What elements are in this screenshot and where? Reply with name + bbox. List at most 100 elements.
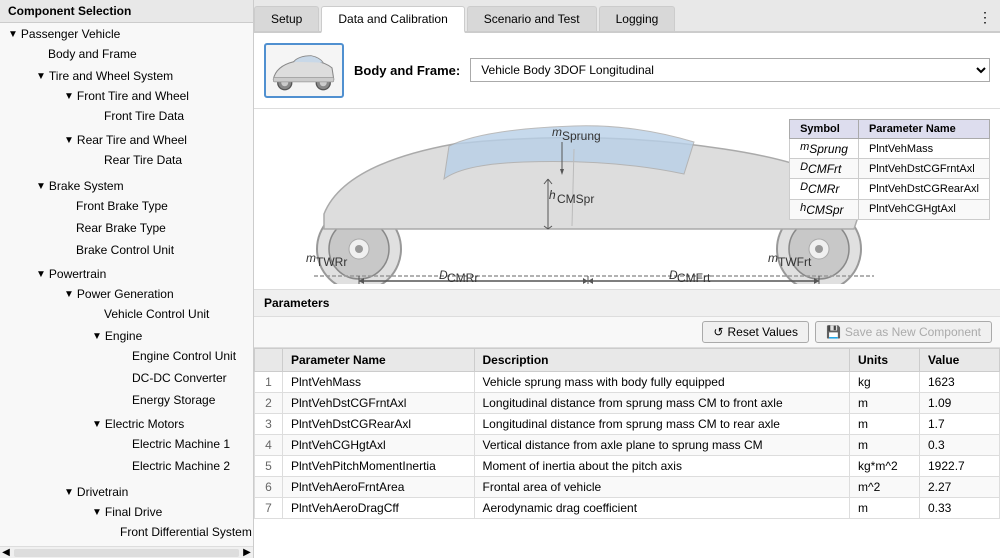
scroll-right-arrow[interactable]: ▶ bbox=[241, 547, 253, 558]
units-cell: m bbox=[850, 393, 920, 414]
tree-item-label[interactable]: Engine Control Unit bbox=[56, 347, 253, 365]
tree-item-label[interactable]: ▼ Drivetrain bbox=[28, 483, 253, 501]
tree-item[interactable]: ▼ Rear Tire and Wheel Rear Tire Data bbox=[28, 129, 253, 173]
value-cell[interactable]: 0.3 bbox=[920, 435, 1000, 456]
tree-item[interactable]: ▼ Passenger Vehicle Body and Frame ▼ Tir… bbox=[0, 23, 253, 546]
value-cell[interactable]: 1.7 bbox=[920, 414, 1000, 435]
tree-item[interactable]: Vehicle Control Unit bbox=[42, 303, 253, 325]
tree-arrow: ▼ bbox=[92, 331, 102, 342]
description-cell: Moment of inertia about the pitch axis bbox=[474, 456, 850, 477]
value-cell[interactable]: 2.27 bbox=[920, 477, 1000, 498]
reset-values-button[interactable]: ↺ Reset Values bbox=[702, 321, 809, 343]
tree-children: Engine Control Unit DC-DC Converter Ener… bbox=[42, 345, 253, 411]
tree-item-label[interactable]: ▼ Electric Motors bbox=[42, 415, 253, 433]
param-col-header: Parameter Name bbox=[858, 120, 989, 139]
tree-item[interactable]: ▼ Brake System Front Brake Type Rear Bra… bbox=[14, 175, 253, 263]
svg-text:CMSpr: CMSpr bbox=[557, 192, 594, 206]
sidebar-scrollbar[interactable]: ◀ ▶ bbox=[0, 546, 253, 558]
tree-item-label[interactable]: ▼ Powertrain bbox=[14, 265, 253, 283]
units-cell: m bbox=[850, 498, 920, 519]
tab-scenario-test[interactable]: Scenario and Test bbox=[467, 6, 597, 31]
tree-item-label[interactable]: ▼ Final Drive bbox=[42, 503, 253, 521]
tab-data-calibration[interactable]: Data and Calibration bbox=[321, 6, 464, 33]
tree-item-label[interactable]: Rear Tire Data bbox=[42, 151, 253, 169]
scroll-left-arrow[interactable]: ◀ bbox=[0, 547, 12, 558]
tree-item[interactable]: Body and Frame bbox=[14, 43, 253, 65]
tree-item[interactable]: ▼ Drivetrain ▼ Final Drive Front Differe… bbox=[28, 481, 253, 546]
tree-arrow: ▼ bbox=[64, 487, 74, 498]
tree-item-label[interactable]: ▼ Passenger Vehicle bbox=[0, 25, 253, 43]
tree-item-label[interactable]: Front Tire Data bbox=[42, 107, 253, 125]
tree-item[interactable]: ▼ Power Generation Vehicle Control Unit … bbox=[28, 283, 253, 481]
tree-item[interactable]: Rear Tire Data bbox=[42, 149, 253, 171]
params-table-container[interactable]: Parameter Name Description Units Value 1… bbox=[254, 348, 1000, 558]
tree-item[interactable]: Front Tire Data bbox=[42, 105, 253, 127]
tree-item-label[interactable]: ▼ Rear Tire and Wheel bbox=[28, 131, 253, 149]
tree-item-label[interactable]: Electric Machine 1 bbox=[56, 435, 253, 453]
tree-item-label[interactable]: Rear Brake Type bbox=[28, 219, 253, 237]
tree-item-text: DC-DC Converter bbox=[132, 371, 227, 385]
tab-setup[interactable]: Setup bbox=[254, 6, 319, 31]
tree-item-text: Tire and Wheel System bbox=[49, 69, 173, 83]
save-component-button[interactable]: 💾 Save as New Component bbox=[815, 321, 992, 343]
tree-item[interactable]: ▼ Final Drive Front Differential System … bbox=[42, 501, 253, 546]
tree-item-text: Brake Control Unit bbox=[76, 243, 174, 257]
tree-item-label[interactable]: ▼ Brake System bbox=[14, 177, 253, 195]
tree-item-label[interactable]: Front Differential System bbox=[56, 523, 253, 541]
tree-item-label[interactable]: Vehicle Control Unit bbox=[42, 305, 253, 323]
tree-item[interactable]: Front Brake Type bbox=[28, 195, 253, 217]
diagram-area: m TWRr m TWFrt m Sprung h CMSpr bbox=[254, 109, 1000, 289]
tab-logging[interactable]: Logging bbox=[599, 6, 676, 31]
tree-item[interactable]: DC-DC Converter bbox=[56, 367, 253, 389]
tree-item-label[interactable]: DC-DC Converter bbox=[56, 369, 253, 387]
value-cell[interactable]: 1922.7 bbox=[920, 456, 1000, 477]
tree-item-label[interactable]: ▼ Front Tire and Wheel bbox=[28, 87, 253, 105]
tree-item-label[interactable]: Body and Frame bbox=[14, 45, 253, 63]
tree-item-text: Front Brake Type bbox=[76, 199, 168, 213]
tree-item-label[interactable]: ▼ Power Generation bbox=[28, 285, 253, 303]
car-thumbnail[interactable] bbox=[264, 43, 344, 98]
value-cell[interactable]: 1.09 bbox=[920, 393, 1000, 414]
tree-item[interactable]: Engine Control Unit bbox=[56, 345, 253, 367]
params-section-header: Parameters bbox=[254, 290, 1000, 317]
symbol-cell: DCMFrt bbox=[790, 159, 859, 179]
tree-item-text: Electric Motors bbox=[105, 417, 184, 431]
right-panel: Setup Data and Calibration Scenario and … bbox=[254, 0, 1000, 558]
tree-item-label[interactable]: Brake Control Unit bbox=[28, 241, 253, 259]
tab-more-menu[interactable]: ⋮ bbox=[970, 4, 1000, 31]
tree-item[interactable]: Electric Machine 1 bbox=[56, 433, 253, 455]
tree-item-text: Front Differential System bbox=[120, 525, 252, 539]
row-number: 2 bbox=[255, 393, 283, 414]
row-number: 6 bbox=[255, 477, 283, 498]
tree-item-text: Electric Machine 2 bbox=[132, 459, 230, 473]
sidebar-header: Component Selection bbox=[0, 0, 253, 23]
tree-children: Vehicle Control Unit ▼ Engine Engine Con… bbox=[28, 303, 253, 479]
tree-item[interactable]: ▼ Engine Engine Control Unit DC-DC Conve… bbox=[42, 325, 253, 413]
tree-item-label[interactable]: ▼ Tire and Wheel System bbox=[14, 67, 253, 85]
tree-arrow: ▼ bbox=[92, 419, 102, 430]
tree-item[interactable]: Brake Control Unit bbox=[28, 239, 253, 261]
tree-item[interactable]: Rear Brake Type bbox=[28, 217, 253, 239]
tree-item-label[interactable]: Front Brake Type bbox=[28, 197, 253, 215]
tree-item[interactable]: ▼ Tire and Wheel System ▼ Front Tire and… bbox=[14, 65, 253, 175]
tree-children: ▼ Front Tire and Wheel Front Tire Data ▼… bbox=[14, 85, 253, 173]
tree-item-label[interactable]: Energy Storage bbox=[56, 391, 253, 409]
param-cell: PlntVehCGHgtAxl bbox=[858, 199, 989, 219]
tree-item[interactable]: ▼ Front Tire and Wheel Front Tire Data bbox=[28, 85, 253, 129]
tree-item[interactable]: ▼ Electric Motors Electric Machine 1 Ele… bbox=[42, 413, 253, 479]
body-frame-select[interactable]: Vehicle Body 3DOF Longitudinal bbox=[470, 58, 990, 82]
param-name-cell: PlntVehAeroDragCff bbox=[283, 498, 475, 519]
table-row: 3 PlntVehDstCGRearAxl Longitudinal dista… bbox=[255, 414, 1000, 435]
tree-item[interactable]: Front Differential System bbox=[56, 521, 253, 543]
tree-item[interactable]: ▼ Powertrain ▼ Power Generation Vehicle … bbox=[14, 263, 253, 546]
tree-item[interactable]: Energy Storage bbox=[56, 389, 253, 411]
tree-item-label[interactable]: ▼ Engine bbox=[42, 327, 253, 345]
tree-item-text: Power Generation bbox=[77, 287, 174, 301]
units-cell: kg bbox=[850, 372, 920, 393]
param-cell: PlntVehMass bbox=[858, 139, 989, 159]
symbol-cell: hCMSpr bbox=[790, 199, 859, 219]
tree-item[interactable]: Electric Machine 2 bbox=[56, 455, 253, 477]
value-cell[interactable]: 0.33 bbox=[920, 498, 1000, 519]
value-cell[interactable]: 1623 bbox=[920, 372, 1000, 393]
tree-item-label[interactable]: Electric Machine 2 bbox=[56, 457, 253, 475]
